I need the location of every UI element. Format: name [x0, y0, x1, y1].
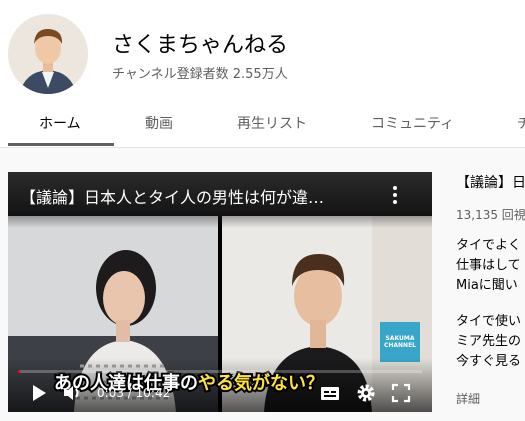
more-vert-icon[interactable]: [390, 186, 400, 206]
description-line: 仕事はして: [456, 258, 521, 273]
video-description: タイでよく 仕事はして Miaに聞い タイで使い ミア先生の 今すぐ見る: [456, 236, 521, 372]
time-separator: /: [127, 386, 132, 400]
active-tab-indicator: [8, 143, 114, 146]
progress-fill: [18, 370, 21, 373]
description-line: ミア先生の: [456, 334, 522, 349]
volume-icon[interactable]: [61, 382, 83, 404]
description-line: 今すぐ見る: [456, 354, 522, 369]
play-icon[interactable]: [28, 382, 50, 404]
subtitles-icon[interactable]: [319, 382, 341, 404]
fullscreen-icon[interactable]: [390, 382, 412, 404]
header-divider: [0, 147, 525, 148]
tab-channels[interactable]: チ: [517, 104, 525, 148]
show-more-link[interactable]: 詳細: [456, 390, 480, 407]
featured-video-title[interactable]: 【議論】日: [456, 172, 525, 192]
featured-video-info: 【議論】日 13,135 回視 タイでよく 仕事はして Miaに聞い タイで使い…: [456, 172, 525, 421]
channel-tabs: ホーム 動画 再生リスト コミュニティ チ: [0, 104, 525, 148]
channel-name: さくまちゃんねる: [112, 33, 289, 58]
description-line: [456, 296, 521, 312]
tab-playlists[interactable]: 再生リスト: [237, 104, 307, 148]
video-player[interactable]: 【議論】日本人とタイ人の男性は何が違… SAKUMA CHANNEL あの人達は…: [8, 172, 432, 412]
view-count: 13,135 回視: [456, 208, 525, 222]
time-display: 0:03 / 10:42: [97, 386, 170, 400]
video-title[interactable]: 【議論】日本人とタイ人の男性は何が違…: [20, 184, 324, 208]
description-line: タイで使い: [456, 314, 522, 329]
channel-avatar[interactable]: [8, 14, 88, 94]
tab-community[interactable]: コミュニティ: [371, 104, 454, 148]
channel-header: さくまちゃんねる チャンネル登録者数 2.55万人 ホーム 動画 再生リスト コ…: [0, 0, 525, 148]
settings-icon[interactable]: [355, 382, 377, 404]
channel-watermark-logo: SAKUMA CHANNEL: [380, 322, 420, 362]
caption-yellow-text: やる気がない？: [196, 371, 326, 396]
subscriber-count: チャンネル登録者数 2.55万人: [112, 67, 288, 82]
description-line: タイでよく: [456, 238, 522, 253]
tab-videos[interactable]: 動画: [145, 104, 173, 148]
watermark-line2: CHANNEL: [383, 342, 417, 349]
time-current: 0:03: [97, 386, 124, 400]
tab-home[interactable]: ホーム: [39, 104, 81, 148]
time-total: 10:42: [135, 386, 171, 400]
progress-bar[interactable]: [18, 370, 422, 373]
watermark-line1: SAKUMA: [385, 335, 415, 342]
description-line: Miaに聞い: [456, 278, 518, 293]
